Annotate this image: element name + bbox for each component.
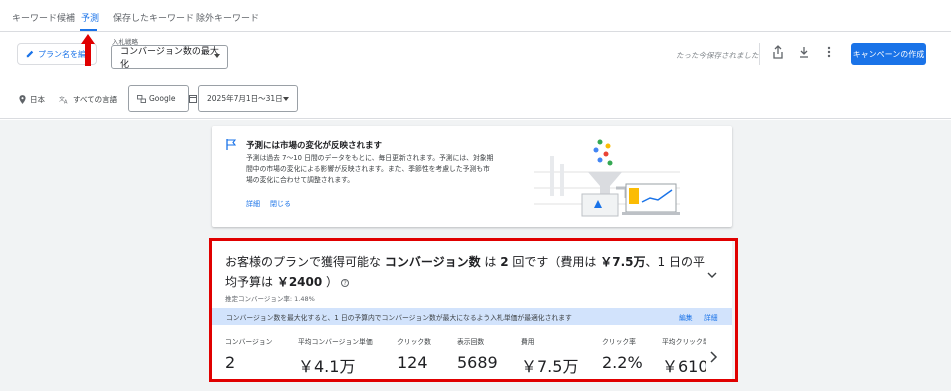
share-icon[interactable] [771, 45, 785, 59]
flag-icon [226, 139, 236, 150]
location-value: 日本 [30, 95, 45, 104]
notice-body: 予測は過去 7〜10 日間のデータをもとに、毎日更新されます。予測には、対象期間… [246, 154, 494, 184]
language-filter[interactable]: 文A すべての言語 [59, 94, 117, 105]
annotation-arrow-icon [81, 34, 95, 66]
tab-forecast[interactable]: 予測 [81, 11, 99, 24]
network-select[interactable]: Google [128, 85, 189, 112]
tab-saved-keywords[interactable]: 保存したキーワード [113, 11, 194, 24]
notice-details-link[interactable]: 詳細 [246, 199, 260, 209]
svg-text:A: A [64, 100, 68, 104]
network-icon [137, 94, 146, 103]
forecast-illustration [534, 139, 680, 217]
toolbar-divider [759, 43, 760, 65]
notice-close-link[interactable]: 閉じる [270, 199, 291, 209]
bid-strategy-select[interactable]: コンバージョン数の最大化 [111, 45, 228, 70]
translate-icon: 文A [59, 95, 68, 104]
save-status: たった今保存されました [676, 51, 759, 60]
network-value: Google [149, 94, 176, 103]
filter-bar: 日本 文A すべての言語 Google 2025年7月1日〜31日 [0, 81, 951, 119]
create-campaign-button[interactable]: キャンペーンの作成 [851, 43, 926, 65]
notice-title: 予測には市場の変化が反映されます [246, 141, 383, 151]
language-value: すべての言語 [73, 95, 118, 104]
more-vert-icon[interactable] [822, 45, 836, 59]
location-filter[interactable]: 日本 [19, 94, 45, 105]
chevron-down-icon [283, 97, 289, 101]
calendar-icon [189, 95, 197, 103]
download-icon[interactable] [797, 45, 811, 59]
date-range-value: 2025年7月1日〜31日 [207, 94, 283, 103]
annotation-highlight-box [209, 238, 738, 382]
pencil-icon [26, 50, 34, 58]
chevron-down-icon [214, 54, 220, 58]
market-change-notice-card: 予測には市場の変化が反映されます 予測は過去 7〜10 日間のデータをもとに、毎… [212, 126, 732, 227]
tab-negative-keywords[interactable]: 除外キーワード [196, 11, 259, 24]
plan-toolbar: プラン名を編 入札戦略 コンバージョン数の最大化 たった今保存されました キャン… [0, 33, 951, 81]
bid-strategy-value: コンバージョン数の最大化 [120, 47, 219, 70]
tab-bar: キーワード候補 予測 保存したキーワード 除外キーワード [0, 0, 951, 32]
date-range-select[interactable]: 2025年7月1日〜31日 [198, 85, 298, 112]
location-pin-icon [19, 95, 26, 104]
rename-plan-label: プラン名を編 [38, 49, 86, 59]
tab-keyword-ideas[interactable]: キーワード候補 [12, 11, 75, 24]
active-tab-indicator [80, 29, 97, 31]
